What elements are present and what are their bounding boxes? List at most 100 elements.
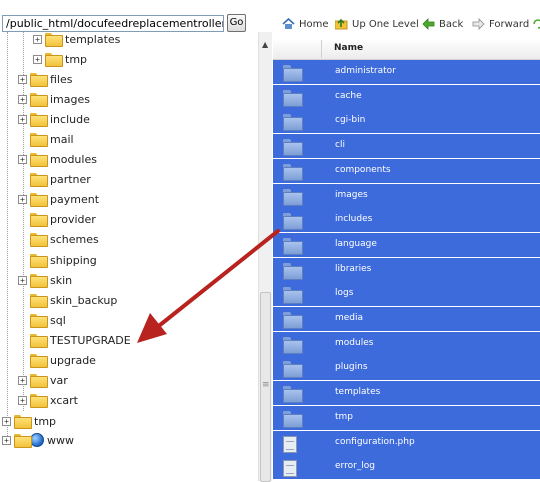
tree-item-label: skin_backup — [50, 293, 118, 307]
forward-button[interactable]: Forward — [472, 17, 529, 31]
folder-icon — [283, 237, 303, 255]
folder-icon — [283, 386, 303, 404]
directory-tree: + templates + tmp + files + images + inc… — [0, 32, 258, 481]
tree-item-skin-backup[interactable]: skin_backup — [18, 290, 117, 310]
tree-item-testupgrade[interactable]: TESTUPGRADE — [18, 330, 131, 350]
file-row[interactable]: includes — [273, 208, 540, 233]
tree-item-shipping[interactable]: shipping — [18, 250, 97, 270]
folder-icon — [30, 354, 48, 368]
file-row[interactable]: cgi-bin — [273, 109, 540, 134]
tree-item-schemes[interactable]: schemes — [18, 229, 99, 249]
file-row[interactable]: images — [273, 183, 540, 208]
name-column-header[interactable]: Name — [334, 43, 363, 53]
folder-icon — [283, 410, 303, 428]
file-name: includes — [335, 214, 373, 225]
file-name: libraries — [335, 263, 372, 274]
tree-item-provider[interactable]: provider — [18, 209, 96, 229]
tree-item-xcart[interactable]: + xcart — [18, 390, 78, 410]
file-row[interactable]: templates — [273, 381, 540, 406]
file-row[interactable]: cache — [273, 84, 540, 109]
expand-toggle[interactable]: + — [18, 275, 27, 285]
file-name: administrator — [335, 66, 396, 76]
go-button[interactable]: Go — [227, 14, 246, 32]
folder-icon — [30, 173, 48, 187]
tree-item-label: templates — [65, 32, 121, 46]
tree-item-label: images — [50, 92, 90, 106]
tree-item-label: payment — [50, 192, 100, 206]
scroll-up-arrow-icon[interactable]: ▲ — [262, 40, 268, 49]
home-button[interactable]: Home — [282, 17, 329, 31]
file-name: configuration.php — [335, 436, 415, 447]
tree-item-modules[interactable]: + modules — [18, 149, 97, 169]
file-row[interactable]: cli — [273, 134, 540, 159]
grip-icon: ≡ — [262, 380, 270, 390]
tree-item-images[interactable]: + images — [18, 89, 90, 109]
expand-toggle[interactable]: + — [2, 435, 11, 445]
file-name: tmp — [335, 411, 354, 422]
expand-toggle[interactable]: + — [33, 34, 42, 44]
tree-item-mail[interactable]: mail — [18, 129, 74, 149]
expand-toggle[interactable]: + — [2, 416, 11, 426]
folder-icon — [283, 188, 303, 206]
folder-icon — [45, 33, 63, 47]
file-row[interactable]: logs — [273, 282, 540, 307]
file-name: cache — [335, 90, 362, 101]
tree-item-files[interactable]: + files — [18, 69, 72, 89]
folder-icon — [30, 73, 48, 87]
tree-item-www[interactable]: + www — [2, 430, 74, 450]
file-name: images — [335, 189, 368, 200]
expand-toggle[interactable]: + — [18, 194, 27, 204]
file-row[interactable]: libraries — [273, 257, 540, 282]
tree-item-include[interactable]: + include — [18, 109, 90, 129]
file-name: components — [335, 164, 391, 175]
folder-icon — [283, 65, 303, 82]
tree-item-skin[interactable]: + skin — [18, 270, 72, 290]
file-row[interactable]: tmp — [273, 405, 540, 430]
expand-toggle[interactable]: + — [18, 395, 27, 405]
back-button[interactable]: Back — [422, 17, 463, 31]
expand-toggle[interactable]: + — [18, 94, 27, 104]
folder-icon — [283, 114, 303, 132]
folder-icon — [30, 233, 48, 247]
file-row[interactable]: components — [273, 158, 540, 183]
forward-label: Forward — [489, 18, 530, 30]
file-row[interactable]: configuration.php — [273, 430, 540, 455]
folder-icon — [283, 312, 303, 329]
file-name: cli — [335, 140, 345, 151]
file-row[interactable]: modules — [273, 331, 540, 356]
path-input[interactable]: /public_html/docufeedreplacementrollers. — [2, 15, 224, 32]
tree-item-templates[interactable]: + templates — [33, 32, 120, 49]
file-row[interactable]: error_log — [273, 455, 540, 480]
expand-toggle[interactable]: + — [18, 114, 27, 124]
folder-icon — [30, 93, 48, 107]
up-one-level-button[interactable]: Up One Level — [334, 17, 419, 31]
expand-toggle[interactable]: + — [18, 74, 27, 84]
tree-item-sql[interactable]: sql — [18, 310, 66, 330]
tree-item-tmp-root[interactable]: + tmp — [2, 411, 56, 431]
folder-icon — [30, 394, 48, 408]
tree-item-partner[interactable]: partner — [18, 169, 91, 189]
up-folder-icon — [334, 18, 348, 30]
home-icon — [282, 17, 295, 30]
folder-icon — [30, 294, 48, 308]
tree-item-label: skin — [50, 273, 73, 287]
tree-item-payment[interactable]: + payment — [18, 189, 99, 209]
file-row[interactable]: administrator — [273, 60, 540, 84]
folder-icon — [283, 361, 303, 379]
expand-toggle[interactable]: + — [33, 54, 42, 64]
tree-item-tmp[interactable]: + tmp — [33, 49, 87, 69]
reload-icon[interactable] — [532, 17, 540, 31]
home-label: Home — [299, 18, 329, 30]
file-row[interactable]: plugins — [273, 356, 540, 381]
list-header: Name — [273, 38, 540, 60]
tree-item-label: tmp — [34, 414, 57, 428]
tree-item-label: var — [50, 373, 68, 387]
tree-item-label: shipping — [50, 253, 97, 267]
expand-toggle[interactable]: + — [18, 154, 27, 164]
file-row[interactable]: language — [273, 232, 540, 257]
tree-scrollbar[interactable]: ▲ ≡ — [258, 32, 272, 482]
tree-item-var[interactable]: + var — [18, 370, 68, 390]
tree-item-upgrade[interactable]: upgrade — [18, 350, 96, 370]
file-row[interactable]: media — [273, 307, 540, 331]
expand-toggle[interactable]: + — [18, 375, 27, 385]
